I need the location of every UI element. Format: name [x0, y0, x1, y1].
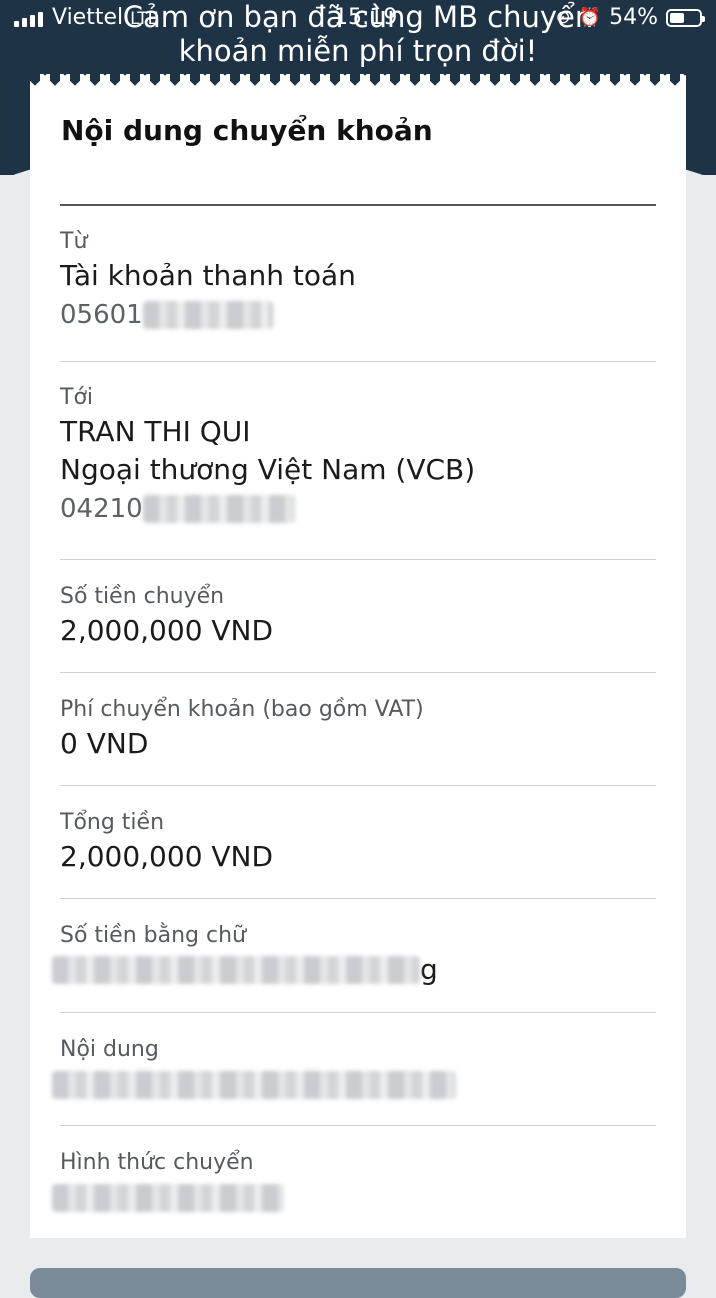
total-label: Tổng tiền: [60, 810, 165, 835]
divider: [60, 1012, 656, 1013]
divider: [60, 785, 656, 786]
fee-field: Phí chuyển khoản (bao gồm VAT) 0 VND: [60, 696, 656, 764]
redacted-blur: [142, 495, 295, 523]
amount-value: 2,000,000 VND: [60, 614, 274, 647]
divider: [60, 898, 656, 899]
status-right: ⊙ ⏰ 54%: [555, 5, 705, 30]
title-divider: [60, 204, 656, 206]
from-field: Từ Tài khoản thanh toán 05601: [60, 228, 656, 334]
amount-words-value: g: [52, 950, 656, 990]
signal-icon: [14, 12, 43, 27]
from-account-number-visible: 05601: [60, 300, 143, 330]
orientation-lock-icon: ⊙: [555, 7, 571, 28]
divider: [60, 361, 656, 362]
amount-label: Số tiền chuyển: [60, 584, 225, 609]
redacted-blur: [142, 301, 273, 329]
to-label: Tới: [60, 385, 94, 410]
amount-words-visible: g: [420, 953, 438, 986]
clock: 15:19: [334, 5, 398, 30]
method-label: Hình thức chuyển: [60, 1150, 254, 1175]
recipient-account-number: 04210: [60, 490, 656, 528]
bottom-action-button[interactable]: [30, 1268, 686, 1298]
recipient-name: TRAN THI QUI: [60, 415, 251, 448]
alarm-icon: ⏰: [578, 7, 602, 28]
divider: [60, 672, 656, 673]
carrier-label: Viettel LTE: [52, 5, 158, 30]
status-bar: Viettel LTE 15:19 ⊙ ⏰ 54%: [0, 0, 716, 36]
to-field: Tới TRAN THI QUI Ngoại thương Việt Nam (…: [60, 384, 656, 528]
content-value: [52, 1064, 656, 1110]
recipient-account-number-visible: 04210: [60, 494, 143, 524]
method-value: [52, 1177, 656, 1223]
redacted-blur: [52, 1071, 456, 1099]
total-field: Tổng tiền 2,000,000 VND: [60, 809, 656, 877]
banner-line-2: khoản miễn phí trọn đời!: [178, 34, 538, 68]
transfer-details-card: Nội dung chuyển khoản Từ Tài khoản thanh…: [30, 74, 686, 1238]
from-label: Từ: [60, 229, 88, 254]
method-field: Hình thức chuyển: [52, 1149, 656, 1223]
divider: [60, 1125, 656, 1126]
amount-words-label: Số tiền bằng chữ: [60, 923, 246, 948]
fee-label: Phí chuyển khoản (bao gồm VAT): [60, 697, 424, 722]
redacted-blur: [52, 956, 420, 984]
content-label: Nội dung: [60, 1037, 159, 1062]
redacted-blur: [52, 1184, 284, 1212]
content-field: Nội dung: [52, 1036, 656, 1110]
from-account-number: 05601: [60, 296, 656, 334]
amount-words-field: Số tiền bằng chữ g: [52, 922, 656, 990]
divider: [60, 559, 656, 560]
card-title: Nội dung chuyển khoản: [61, 114, 433, 147]
amount-field: Số tiền chuyển 2,000,000 VND: [60, 583, 656, 651]
battery-percent: 54%: [609, 5, 658, 30]
battery-icon: [666, 8, 705, 27]
from-account-type: Tài khoản thanh toán: [60, 259, 356, 292]
carrier-name: Viettel: [52, 5, 124, 30]
total-value: 2,000,000 VND: [60, 840, 274, 873]
recipient-bank: Ngoại thương Việt Nam (VCB): [60, 453, 476, 486]
fee-value: 0 VND: [60, 727, 149, 760]
network-type: LTE: [130, 9, 159, 29]
